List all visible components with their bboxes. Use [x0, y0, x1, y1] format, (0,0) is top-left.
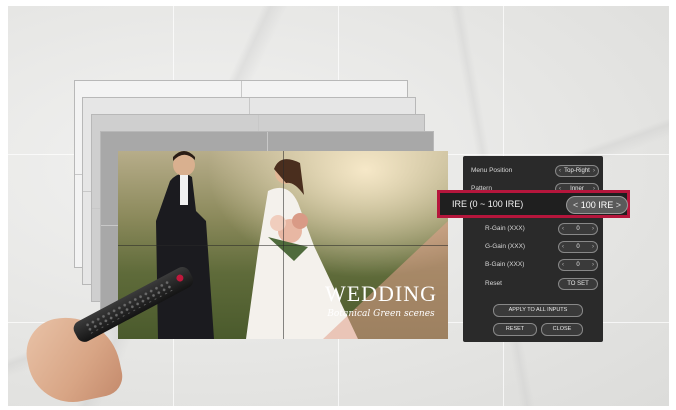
- r-gain-stepper[interactable]: ‹ 0 ›: [558, 223, 598, 235]
- photo-subtitle: Botanical Green scenes: [327, 309, 435, 319]
- apply-to-all-inputs-button[interactable]: APPLY TO ALL INPUTS: [493, 304, 583, 317]
- osd-row-menu-position: Menu Position ‹ Top-Right ›: [463, 164, 603, 178]
- osd-row-reset: Reset TO SET: [463, 277, 603, 291]
- chevron-left-icon[interactable]: ‹: [562, 260, 564, 270]
- osd-row-r-gain: R-Gain (XXX) ‹ 0 ›: [463, 222, 603, 236]
- power-button-icon: [175, 273, 185, 283]
- ire-value-selector[interactable]: < 100 IRE >: [566, 196, 628, 214]
- r-gain-label: R-Gain (XXX): [485, 225, 525, 232]
- menu-position-selector[interactable]: ‹ Top-Right ›: [555, 165, 599, 177]
- reset-label: Reset: [485, 280, 502, 287]
- photo-title: WEDDING: [324, 281, 438, 306]
- osd-row-b-gain: B-Gain (XXX) ‹ 0 ›: [463, 258, 603, 272]
- chevron-right-icon[interactable]: ›: [593, 166, 595, 176]
- wedding-photo-display: WEDDING Botanical Green scenes: [118, 151, 448, 339]
- ire-value: 100 IRE: [580, 200, 614, 210]
- video-wall-grid-line: [118, 245, 448, 246]
- menu-position-label: Menu Position: [471, 167, 513, 174]
- chevron-right-icon[interactable]: >: [616, 197, 621, 213]
- ire-label: IRE (0 ~ 100 IRE): [452, 199, 524, 209]
- close-button[interactable]: CLOSE: [541, 323, 583, 336]
- g-gain-label: G-Gain (XXX): [485, 243, 526, 250]
- ire-setting-highlight: IRE (0 ~ 100 IRE) < 100 IRE >: [437, 190, 630, 218]
- chevron-left-icon[interactable]: ‹: [562, 242, 564, 252]
- osd-settings-menu: Menu Position ‹ Top-Right › Pattern ‹ In…: [463, 156, 603, 342]
- b-gain-stepper[interactable]: ‹ 0 ›: [558, 259, 598, 271]
- chevron-right-icon[interactable]: ›: [592, 260, 594, 270]
- chevron-right-icon[interactable]: ›: [592, 242, 594, 252]
- chevron-left-icon[interactable]: ‹: [562, 224, 564, 234]
- marble-background: WEDDING Botanical Green scenes Menu Posi…: [8, 6, 669, 406]
- osd-row-g-gain: G-Gain (XXX) ‹ 0 ›: [463, 240, 603, 254]
- g-gain-stepper[interactable]: ‹ 0 ›: [558, 241, 598, 253]
- chevron-left-icon[interactable]: ‹: [559, 166, 561, 176]
- chevron-left-icon[interactable]: <: [573, 197, 578, 213]
- chevron-right-icon[interactable]: ›: [592, 224, 594, 234]
- to-set-button[interactable]: TO SET: [558, 278, 598, 290]
- b-gain-label: B-Gain (XXX): [485, 261, 525, 268]
- reset-button[interactable]: RESET: [493, 323, 537, 336]
